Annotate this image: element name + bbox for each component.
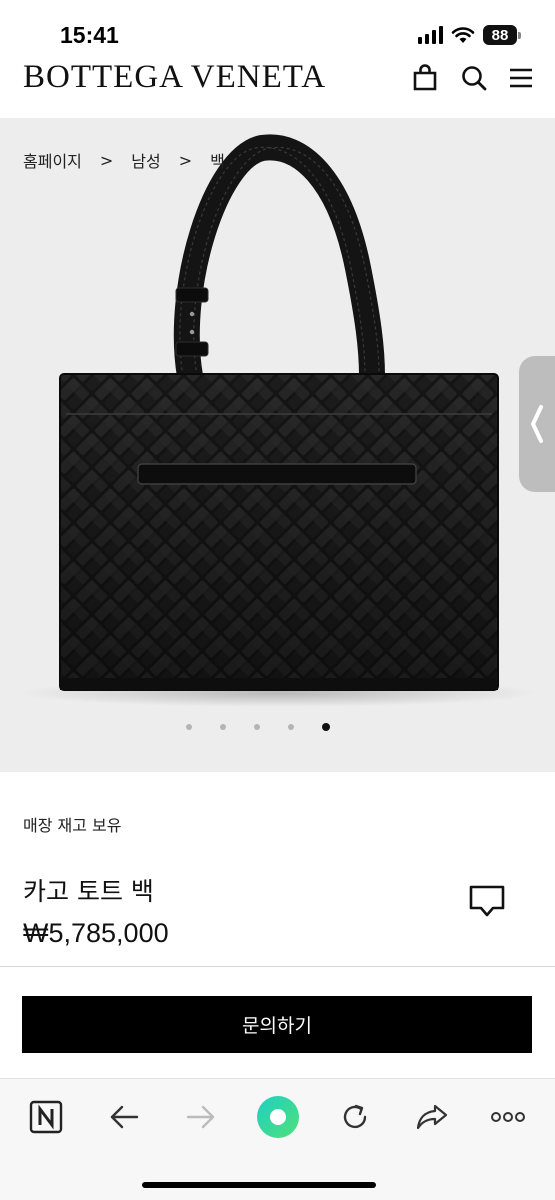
breadcrumb-men[interactable]: 남성 <box>131 148 160 172</box>
site-header: BOTTEGA VENETA <box>0 58 555 118</box>
status-time: 15:41 <box>60 22 119 48</box>
side-panel-handle[interactable] <box>519 356 555 492</box>
chat-icon[interactable] <box>468 882 506 920</box>
divider <box>0 966 555 967</box>
naver-icon[interactable] <box>28 1099 64 1135</box>
chevron-left-icon <box>531 405 543 443</box>
carousel-dot[interactable] <box>253 724 260 730</box>
product-gallery[interactable]: 홈페이지 > 남성 > 백 <box>0 118 555 772</box>
battery-level: 88 <box>491 26 509 44</box>
carousel-pagination <box>0 723 555 731</box>
reload-icon[interactable] <box>337 1099 373 1135</box>
breadcrumb-bags[interactable]: 백 <box>210 148 225 172</box>
product-name: 카고 토트 백 <box>23 877 154 906</box>
battery-icon: 88 <box>483 25 521 45</box>
product-price: ₩5,785,000 <box>23 918 169 948</box>
search-icon[interactable] <box>460 64 488 92</box>
breadcrumb-separator: > <box>178 150 193 170</box>
carousel-dot-active[interactable] <box>321 723 330 731</box>
breadcrumb-separator: > <box>99 150 114 170</box>
more-icon[interactable] <box>490 1099 526 1135</box>
forward-arrow-icon[interactable] <box>183 1099 219 1135</box>
share-icon[interactable] <box>414 1099 450 1135</box>
status-bar: 15:41 88 <box>0 0 555 58</box>
breadcrumb: 홈페이지 > 남성 > 백 <box>23 148 225 172</box>
back-arrow-icon[interactable] <box>106 1099 142 1135</box>
inquire-button[interactable]: 문의하기 <box>22 996 532 1053</box>
wifi-icon <box>451 27 475 43</box>
brand-logo[interactable]: BOTTEGA VENETA <box>23 60 326 94</box>
shopping-bag-icon[interactable] <box>411 64 439 92</box>
stock-status: 매장 재고 보유 <box>23 816 122 835</box>
green-dot-icon[interactable] <box>256 1095 300 1139</box>
menu-icon[interactable] <box>507 64 535 92</box>
carousel-dot[interactable] <box>287 724 294 730</box>
product-image <box>18 134 538 707</box>
breadcrumb-home[interactable]: 홈페이지 <box>23 148 82 172</box>
carousel-dot[interactable] <box>219 724 226 730</box>
carousel-dot[interactable] <box>185 724 192 730</box>
cellular-signal-icon <box>418 26 443 44</box>
status-icons: 88 <box>418 24 521 46</box>
home-indicator <box>142 1182 376 1188</box>
